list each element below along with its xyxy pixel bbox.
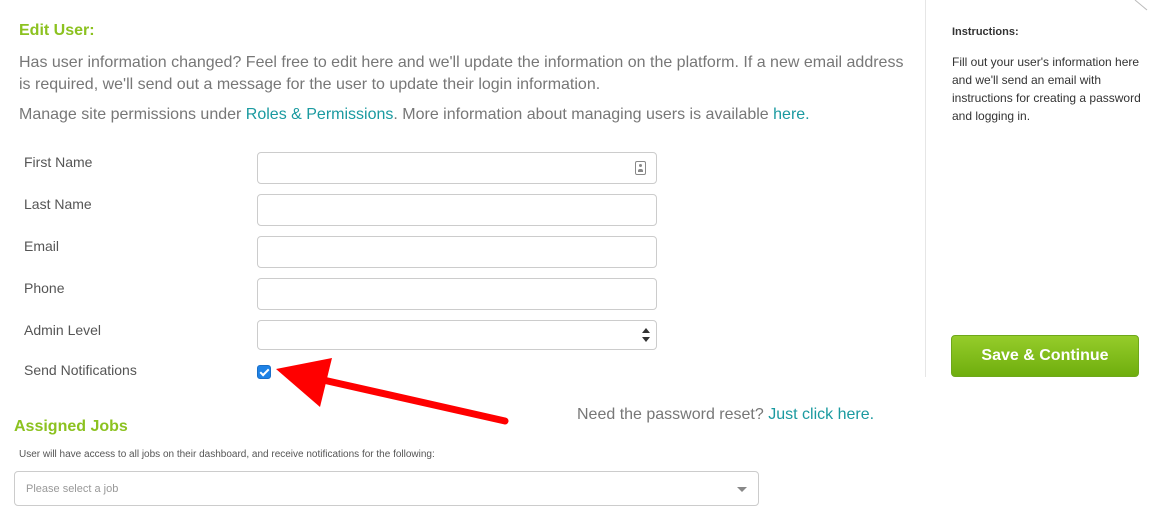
phone-input[interactable]: [258, 279, 656, 309]
corner-decoration-icon: [1134, 0, 1148, 11]
last-name-input[interactable]: [258, 195, 656, 225]
job-select-dropdown[interactable]: Please select a job: [14, 471, 759, 506]
last-name-label: Last Name: [24, 196, 92, 212]
password-reset-prompt: Need the password reset?: [577, 406, 769, 423]
select-arrows-icon: [642, 328, 650, 344]
edit-user-title: Edit User:: [19, 22, 95, 39]
first-name-field[interactable]: [257, 152, 657, 184]
corner-line: [1134, 0, 1148, 11]
intro-text: Has user information changed? Feel free …: [19, 54, 904, 93]
instructions-text: Fill out your user's information here an…: [952, 55, 1141, 123]
first-name-label: First Name: [24, 154, 93, 170]
permissions-text: Manage site permissions under Roles & Pe…: [19, 106, 810, 124]
instructions-sidebar: Instructions: Fill out your user's infor…: [925, 0, 1149, 377]
email-field[interactable]: [257, 236, 657, 268]
contact-card-icon[interactable]: [635, 161, 646, 175]
arrow-head: [276, 358, 332, 407]
permissions-middle: . More information about managing users …: [393, 106, 774, 123]
red-arrow-annotation: [276, 358, 509, 425]
send-notifications-label: Send Notifications: [24, 362, 137, 378]
admin-level-select[interactable]: [257, 320, 657, 350]
save-continue-button[interactable]: Save & Continue: [951, 335, 1139, 377]
job-select-placeholder: Please select a job: [26, 483, 119, 495]
admin-level-label: Admin Level: [24, 322, 102, 338]
assigned-jobs-description: User will have access to all jobs on the…: [19, 449, 435, 460]
phone-field[interactable]: [257, 278, 657, 310]
email-input[interactable]: [258, 237, 656, 267]
email-label: Email: [24, 238, 60, 254]
first-name-input[interactable]: [258, 153, 656, 183]
assigned-jobs-title: Assigned Jobs: [14, 418, 128, 435]
last-name-field[interactable]: [257, 194, 657, 226]
instructions-title: Instructions:: [952, 26, 1019, 38]
more-info-here-link[interactable]: here.: [773, 106, 809, 123]
permissions-prefix: Manage site permissions under: [19, 106, 246, 123]
password-reset-link[interactable]: Just click here.: [768, 406, 874, 423]
password-reset-text: Need the password reset? Just click here…: [577, 406, 874, 424]
edit-user-panel: Edit User: Has user information changed?…: [0, 0, 925, 524]
phone-label: Phone: [24, 280, 65, 296]
chevron-down-icon: [737, 487, 747, 492]
arrow-shaft: [306, 373, 509, 425]
send-notifications-checkbox[interactable]: [257, 365, 271, 379]
roles-permissions-link[interactable]: Roles & Permissions: [246, 106, 394, 123]
